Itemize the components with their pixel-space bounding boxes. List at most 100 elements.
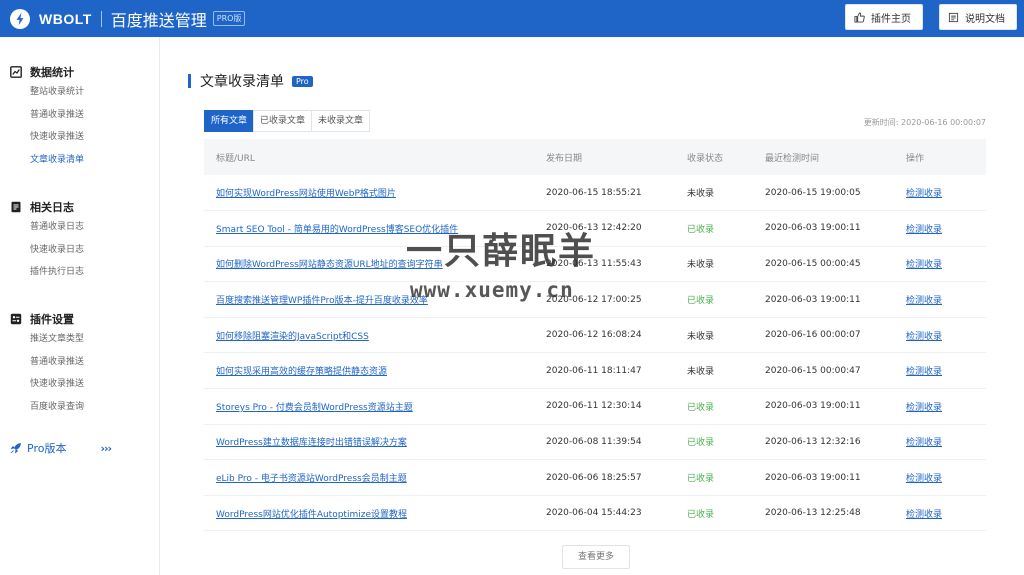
brand-name: WBOLT	[39, 10, 92, 27]
check-index-link[interactable]: 检测收录	[906, 225, 942, 235]
table-row: 如何实现WordPress网站使用WebP格式图片 2020-06-15 18:5…	[204, 175, 986, 212]
nav-head-settings: 插件设置	[0, 310, 160, 328]
nav-group-stats: 数据统计 整站收录统计 普通收录推送 快速收录推送 文章收录清单	[0, 63, 160, 171]
index-status: 已收录	[687, 459, 765, 496]
publish-date: 2020-06-11 12:30:14	[546, 388, 687, 425]
sidebar-item-fast-log[interactable]: 快速收录日志	[0, 239, 160, 262]
sidebar-item-plugin-log[interactable]: 插件执行日志	[0, 261, 160, 284]
update-time: 更新时间: 2020-06-16 00:00:07	[863, 118, 986, 127]
last-check-time: 2020-06-15 19:00:05	[765, 175, 906, 212]
nav-head-logs: 相关日志	[0, 198, 160, 216]
load-more-button[interactable]: 查看更多	[562, 545, 630, 569]
docs-button[interactable]: 说明文档	[939, 4, 1017, 30]
article-title-link[interactable]: WordPress建立数据库连接时出错错误解决方案	[216, 438, 407, 448]
check-index-link[interactable]: 检测收录	[906, 296, 942, 306]
publish-date: 2020-06-12 17:00:25	[546, 281, 687, 318]
column-header-status: 收录状态	[687, 153, 724, 164]
article-title-link[interactable]: Storeys Pro - 付费会员制WordPress资源站主题	[216, 403, 413, 413]
log-icon	[11, 201, 21, 213]
table-row: Storeys Pro - 付费会员制WordPress资源站主题 2020-06…	[204, 388, 986, 425]
table-row: 百度搜索推送管理WP插件Pro版本-提升百度收录效率 2020-06-12 17:…	[204, 281, 986, 318]
article-title-link[interactable]: 如何实现采用高效的缓存策略提供静态资源	[216, 367, 387, 377]
table-row: 如何删除WordPress网站静态资源URL地址的查询字符串 2020-06-13…	[204, 246, 986, 283]
pro-badge: Pro	[292, 75, 313, 87]
column-header-checked: 最近检测时间	[765, 153, 820, 164]
publish-date: 2020-06-13 11:55:43	[546, 246, 687, 283]
check-index-link[interactable]: 检测收录	[906, 332, 942, 342]
article-title-link[interactable]: eLib Pro - 电子书资源站WordPress会员制主题	[216, 474, 407, 484]
sidebar: 数据统计 整站收录统计 普通收录推送 快速收录推送 文章收录清单 相关日志 普通…	[0, 37, 160, 575]
index-status: 已收录	[687, 281, 765, 318]
tab-unindexed-articles[interactable]: 未收录文章	[311, 110, 371, 132]
check-index-link[interactable]: 检测收录	[906, 189, 942, 199]
last-check-time: 2020-06-15 00:00:45	[765, 246, 906, 283]
sidebar-item-normal-push-settings[interactable]: 普通收录推送	[0, 351, 160, 374]
sidebar-item-post-types[interactable]: 推送文章类型	[0, 328, 160, 351]
sidebar-item-article-index-list[interactable]: 文章收录清单	[0, 149, 160, 172]
publish-date: 2020-06-08 11:39:54	[546, 424, 687, 461]
column-header-date: 发布日期	[546, 153, 583, 164]
sidebar-item-fast-push-settings[interactable]: 快速收录推送	[0, 373, 160, 396]
last-check-time: 2020-06-15 00:00:47	[765, 352, 906, 390]
last-check-time: 2020-06-03 19:00:11	[765, 210, 906, 247]
index-status: 已收录	[687, 388, 765, 425]
index-status: 未收录	[687, 175, 765, 212]
publish-date: 2020-06-13 12:42:20	[546, 210, 687, 247]
top-bar: WBOLT 百度推送管理 PRO版 插件主页 说明文档	[0, 0, 1024, 37]
sidebar-item-index-query[interactable]: 百度收录查询	[0, 396, 160, 419]
tab-all-articles[interactable]: 所有文章	[204, 110, 255, 132]
logo: WBOLT 百度推送管理 PRO版	[10, 7, 246, 31]
index-status: 未收录	[687, 246, 765, 283]
settings-icon	[10, 313, 22, 325]
check-index-link[interactable]: 检测收录	[906, 438, 942, 448]
table-header-row: 标题/URL 发布日期 收录状态 最近检测时间 操作	[204, 139, 986, 175]
check-index-link[interactable]: 检测收录	[906, 260, 942, 270]
check-index-link[interactable]: 检测收录	[906, 403, 942, 413]
check-index-link[interactable]: 检测收录	[906, 367, 942, 377]
last-check-time: 2020-06-13 12:32:16	[765, 424, 906, 461]
index-status: 未收录	[687, 317, 765, 354]
article-title-link[interactable]: Smart SEO Tool - 简单易用的WordPress博客SEO优化插件	[216, 225, 458, 235]
article-title-link[interactable]: 如何删除WordPress网站静态资源URL地址的查询字符串	[216, 260, 443, 270]
table-row: WordPress建立数据库连接时出错错误解决方案 2020-06-08 11:3…	[204, 424, 986, 461]
nav-group-settings: 插件设置 推送文章类型 普通收录推送 快速收录推送 百度收录查询	[0, 310, 160, 418]
tab-indexed-articles[interactable]: 已收录文章	[253, 110, 313, 132]
document-icon	[948, 12, 959, 22]
sidebar-item-normal-push[interactable]: 普通收录推送	[0, 104, 160, 127]
article-title-link[interactable]: 如何实现WordPress网站使用WebP格式图片	[216, 189, 396, 199]
main-panel: 文章收录清单 Pro 所有文章 已收录文章 未收录文章 更新时间: 2020-0…	[160, 37, 1024, 575]
last-check-time: 2020-06-16 00:00:07	[765, 317, 906, 354]
check-index-link[interactable]: 检测收录	[906, 510, 942, 520]
index-status: 已收录	[687, 495, 765, 532]
last-check-time: 2020-06-03 19:00:11	[765, 281, 906, 318]
pro-version-tag: PRO版	[212, 11, 246, 26]
header-divider	[100, 10, 102, 27]
check-index-link[interactable]: 检测收录	[906, 474, 942, 484]
index-status: 已收录	[687, 210, 765, 247]
column-header-action: 操作	[906, 153, 925, 164]
section-title: 文章收录清单 Pro	[188, 71, 313, 91]
index-status: 未收录	[687, 352, 765, 390]
table-row: 如何移除阻塞渲染的JavaScript和CSS 2020-06-12 16:08:…	[204, 317, 986, 354]
filter-tabs: 所有文章 已收录文章 未收录文章	[204, 110, 371, 132]
wbolt-logo-icon	[10, 8, 30, 29]
nav-group-logs: 相关日志 普通收录日志 快速收录日志 插件执行日志	[0, 198, 160, 284]
chevrons-right-icon: ›››	[100, 441, 112, 455]
sidebar-item-normal-log[interactable]: 普通收录日志	[0, 216, 160, 239]
sidebar-item-fast-push[interactable]: 快速收录推送	[0, 126, 160, 149]
publish-date: 2020-06-04 15:44:23	[546, 495, 687, 532]
last-check-time: 2020-06-13 12:25:48	[765, 495, 906, 532]
rocket-icon	[10, 443, 21, 454]
chart-icon	[10, 66, 22, 78]
publish-date: 2020-06-12 16:08:24	[546, 317, 687, 354]
plugin-home-button[interactable]: 插件主页	[845, 4, 923, 30]
article-title-link[interactable]: 百度搜索推送管理WP插件Pro版本-提升百度收录效率	[216, 296, 428, 306]
app-title: 百度推送管理	[110, 10, 207, 30]
sidebar-item-site-index-stats[interactable]: 整站收录统计	[0, 81, 160, 104]
plugin-home-label: 插件主页	[871, 13, 911, 25]
pro-version-link[interactable]: Pro版本 ›››	[10, 440, 112, 456]
article-title-link[interactable]: WordPress网站优化插件Autoptimize设置教程	[216, 510, 407, 520]
index-status: 已收录	[687, 424, 765, 461]
table-row: Smart SEO Tool - 简单易用的WordPress博客SEO优化插件…	[204, 210, 986, 247]
article-title-link[interactable]: 如何移除阻塞渲染的JavaScript和CSS	[216, 332, 369, 342]
